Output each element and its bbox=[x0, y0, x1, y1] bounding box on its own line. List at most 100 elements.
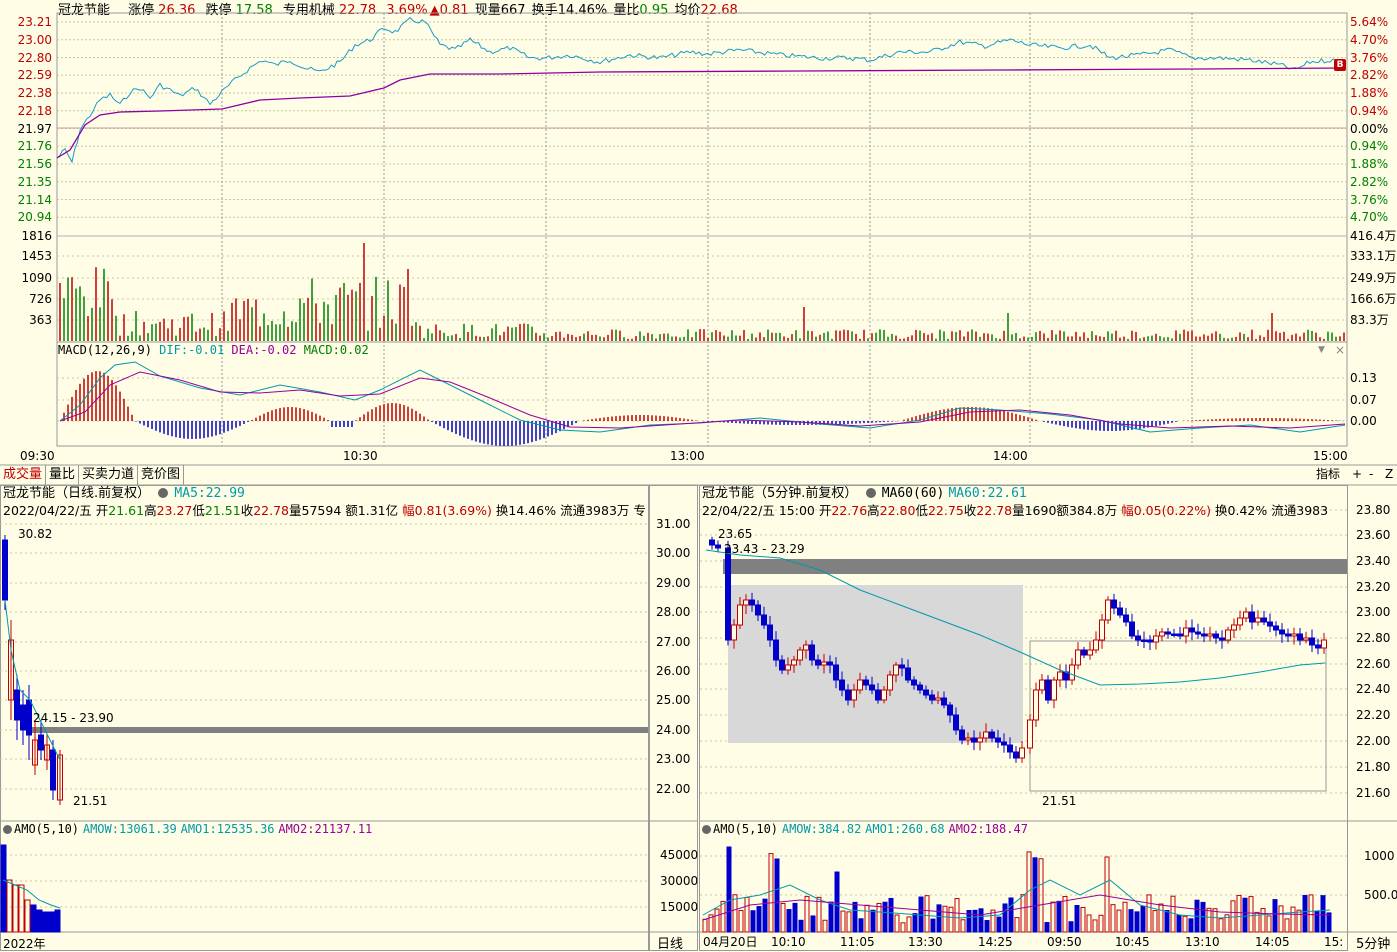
daily-tick: 25.00 bbox=[656, 693, 691, 707]
m5-amo-bar bbox=[1260, 908, 1266, 933]
m5-candle bbox=[1099, 619, 1105, 641]
m5-amo-bar bbox=[756, 906, 762, 933]
m5-candle bbox=[785, 664, 791, 671]
daily-tick: 28.00 bbox=[656, 605, 691, 619]
m5-candle bbox=[743, 599, 749, 606]
gear-icon[interactable] bbox=[158, 488, 169, 498]
m5-float: 3983 bbox=[1296, 503, 1329, 518]
m5-amo-bar bbox=[1074, 904, 1080, 933]
m5-candle bbox=[773, 639, 779, 661]
m5-candle bbox=[1285, 633, 1291, 637]
m5-amo-bar bbox=[1326, 912, 1332, 933]
m5-candle bbox=[869, 684, 875, 691]
m5-amo-bar bbox=[924, 895, 930, 933]
m5-amo-bar bbox=[1146, 894, 1152, 933]
m5-amo-bar bbox=[900, 922, 906, 933]
daily-candle bbox=[20, 704, 26, 731]
m5-ma-name: MA60(60) bbox=[881, 486, 945, 501]
m5-amo-bar bbox=[1206, 907, 1212, 933]
daily-amo2-label: AMO2: bbox=[278, 822, 315, 836]
m5-candle bbox=[1087, 649, 1093, 656]
m5-amo-bar bbox=[1050, 901, 1056, 933]
m5-period-button[interactable]: 5分钟 bbox=[1356, 933, 1390, 952]
m5-amo-tick: 1000 bbox=[1364, 849, 1395, 863]
daily-tick: 29.00 bbox=[656, 576, 691, 590]
m5-candle bbox=[1213, 633, 1219, 639]
m5-tick: 22.20 bbox=[1356, 708, 1391, 722]
kline-charts[interactable] bbox=[0, 0, 1397, 951]
daily-tick: 24.00 bbox=[656, 723, 691, 737]
m5-candle bbox=[737, 604, 743, 626]
m5-amo-bar bbox=[1164, 909, 1170, 933]
m5-candle bbox=[833, 664, 839, 681]
daily-amo-bar bbox=[36, 909, 43, 933]
m5-candle bbox=[731, 624, 737, 641]
m5-candle bbox=[749, 599, 755, 606]
m5-time-tick: 10:10 bbox=[771, 935, 806, 949]
daily-info-row: 2022/04/22/五 开21.61高23.27低21.51收22.78量57… bbox=[3, 503, 648, 518]
m5-amo-bar bbox=[1236, 894, 1242, 933]
daily-period-button[interactable]: 日线 bbox=[657, 933, 683, 952]
daily-low-label: 低 bbox=[192, 503, 205, 518]
m5-candle bbox=[809, 644, 815, 661]
m5-candle bbox=[1267, 621, 1273, 627]
m5-amo-bar bbox=[948, 906, 954, 933]
m5-tick: 23.60 bbox=[1356, 528, 1391, 542]
m5-amow: 384.82 bbox=[817, 822, 862, 836]
m5-date: 22/04/22/五 15:00 bbox=[702, 503, 815, 518]
m5-amo-bar bbox=[870, 909, 876, 933]
m5-shaded-range bbox=[728, 585, 1023, 743]
m5-amo-bar bbox=[930, 918, 936, 933]
m5-candle bbox=[839, 679, 845, 691]
m5-amo-bar bbox=[1032, 857, 1038, 933]
settings-icon[interactable] bbox=[3, 825, 12, 834]
m5-candle bbox=[1195, 631, 1201, 635]
m5-candle bbox=[1279, 629, 1285, 635]
daily-candle bbox=[26, 699, 32, 736]
m5-amo-bar bbox=[1158, 903, 1164, 933]
m5-candle bbox=[1033, 689, 1039, 721]
m5-amo-bar bbox=[768, 853, 774, 933]
m5-candle bbox=[845, 689, 851, 701]
m5-amo-bar bbox=[1152, 910, 1158, 933]
m5-amo-bar bbox=[798, 919, 804, 933]
daily-amow-label: AMOW: bbox=[82, 822, 119, 836]
m5-tick: 22.40 bbox=[1356, 682, 1391, 696]
m5-candle bbox=[1255, 617, 1261, 623]
m5-amo2: 188.47 bbox=[984, 822, 1028, 836]
gear-icon[interactable] bbox=[865, 488, 876, 498]
m5-amp: 0.05(0.22%) bbox=[1133, 503, 1212, 518]
m5-candle bbox=[1219, 637, 1225, 641]
daily-candle bbox=[2, 539, 8, 601]
m5-close-label: 收 bbox=[963, 503, 977, 518]
m5-candle bbox=[1153, 635, 1159, 643]
m5-amo-bar bbox=[720, 900, 726, 933]
m5-candle bbox=[1309, 637, 1315, 646]
daily-turn-label: 换 bbox=[495, 503, 509, 518]
m5-turn-label: 换 bbox=[1215, 503, 1228, 518]
m5-open: 22.76 bbox=[831, 503, 868, 518]
m5-amo-bar bbox=[774, 858, 780, 933]
daily-amo-name: AMO(5,10) bbox=[14, 822, 80, 836]
m5-ma-value: 22.61 bbox=[987, 486, 1027, 501]
daily-candle bbox=[14, 689, 20, 721]
m5-candle bbox=[983, 731, 989, 739]
m5-candle bbox=[965, 737, 971, 741]
m5-amo-bar bbox=[876, 902, 882, 933]
m5-candle bbox=[1297, 633, 1303, 641]
m5-amo-bar bbox=[1014, 917, 1020, 933]
m5-title: 冠龙节能（5分钟.前复权） bbox=[702, 486, 858, 501]
daily-tick: 26.00 bbox=[656, 664, 691, 678]
settings-icon[interactable] bbox=[702, 825, 711, 834]
daily-float: 3983万 bbox=[585, 503, 630, 518]
daily-tick: 23.00 bbox=[656, 752, 691, 766]
m5-candle bbox=[827, 661, 833, 666]
daily-high-label: 高 bbox=[144, 503, 157, 518]
m5-amo-bar bbox=[1002, 903, 1008, 933]
m5-low-label: 低 bbox=[915, 503, 928, 518]
m5-turn: 0.42% bbox=[1227, 503, 1268, 518]
daily-amo-bar bbox=[42, 911, 49, 933]
m5-candle bbox=[1057, 671, 1063, 681]
m5-amo-bar bbox=[738, 910, 744, 933]
daily-amt: 1.31亿 bbox=[357, 503, 399, 518]
